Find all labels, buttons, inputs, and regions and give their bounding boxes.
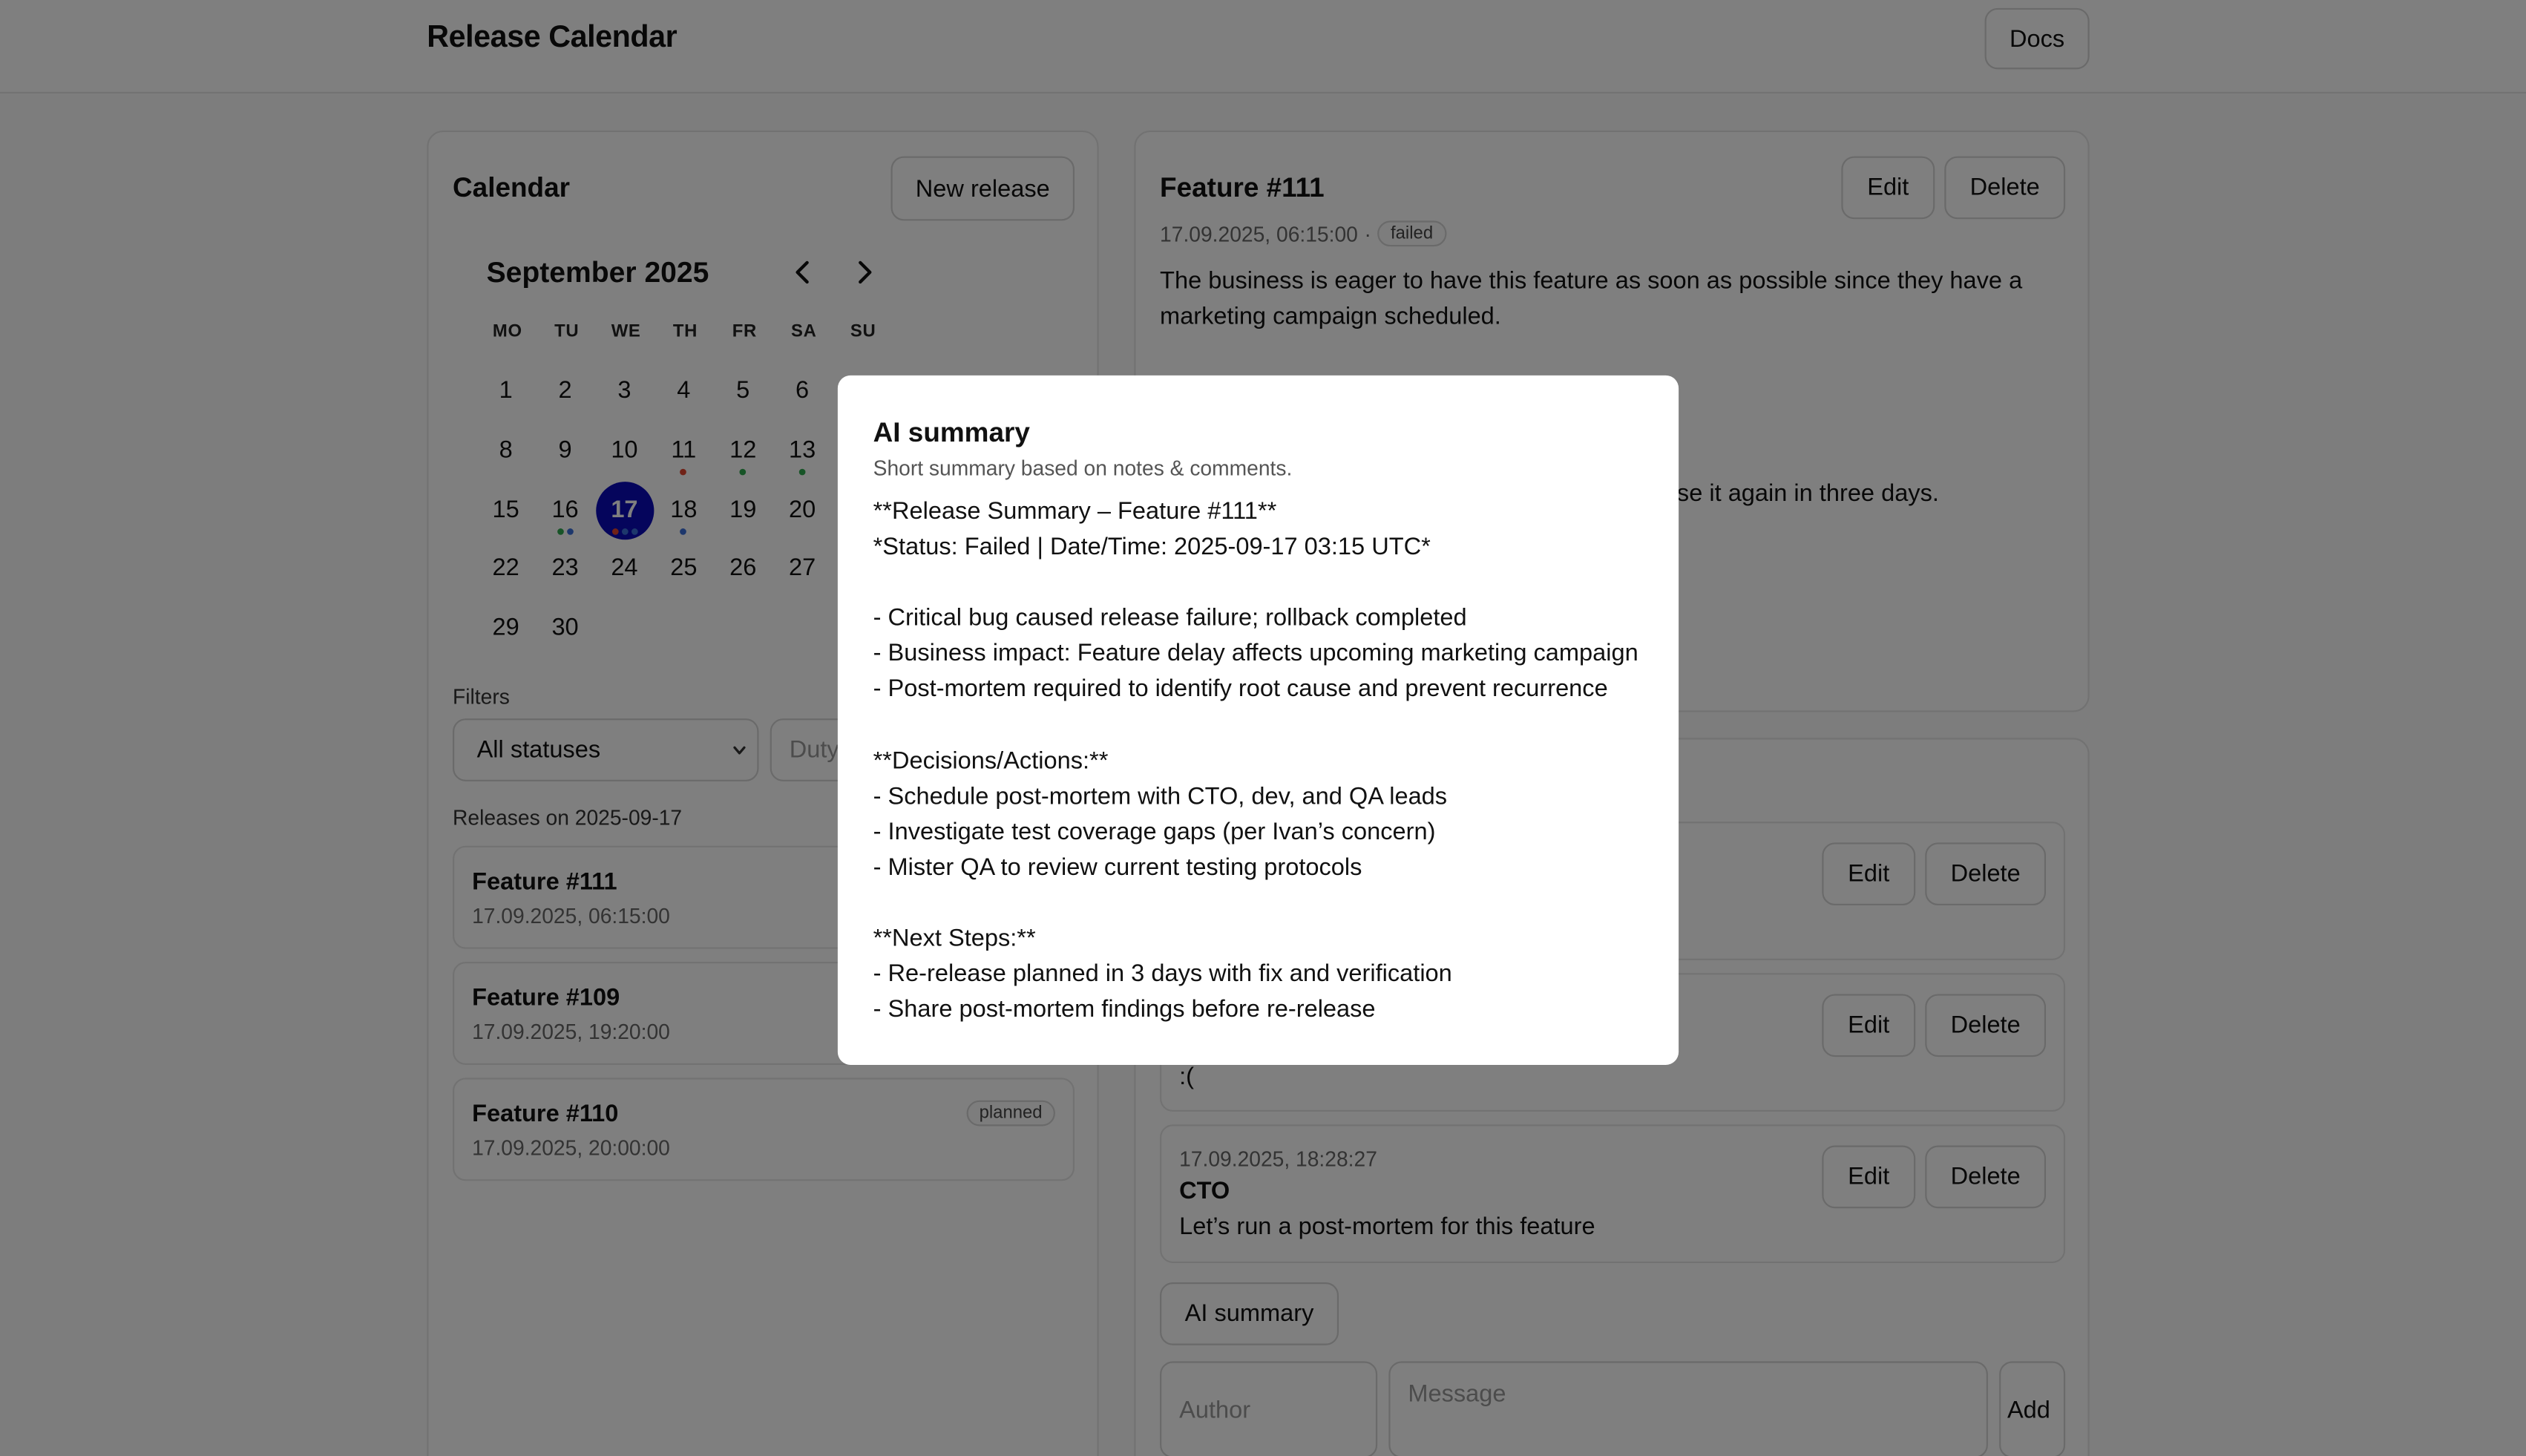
summary-line: **Release Summary – Feature #111** [873, 497, 1277, 525]
summary-line: **Next Steps:** [873, 925, 1036, 953]
summary-line [873, 708, 1663, 744]
summary-body: **Release Summary – Feature #111** *Statu… [873, 494, 1663, 1028]
summary-line: **Decisions/Actions:** [873, 747, 1109, 775]
summary-line: - Share post-mortem findings before re-r… [873, 996, 1376, 1024]
summary-line [873, 565, 1663, 601]
summary-line: - Critical bug caused release failure; r… [873, 604, 1467, 632]
summary-line: - Mister QA to review current testing pr… [873, 853, 1362, 882]
summary-line: - Post-mortem required to identify root … [873, 675, 1608, 704]
summary-line: *Status: Failed | Date/Time: 2025-09-17 … [873, 533, 1431, 561]
modal-subtitle: Short summary based on notes & comments. [873, 456, 1293, 480]
summary-line: - Re-release planned in 3 days with fix … [873, 960, 1452, 988]
modal-title: AI summary [873, 417, 1030, 448]
summary-line: - Investigate test coverage gaps (per Iv… [873, 818, 1436, 846]
ai-summary-modal: AI summary Short summary based on notes … [837, 375, 1679, 1065]
summary-line: - Schedule post-mortem with CTO, dev, an… [873, 782, 1448, 810]
summary-line: - Business impact: Feature delay affects… [873, 640, 1638, 668]
summary-line [873, 886, 1663, 922]
app-root: Release Calendar Docs Calendar New relea… [0, 0, 2526, 1456]
